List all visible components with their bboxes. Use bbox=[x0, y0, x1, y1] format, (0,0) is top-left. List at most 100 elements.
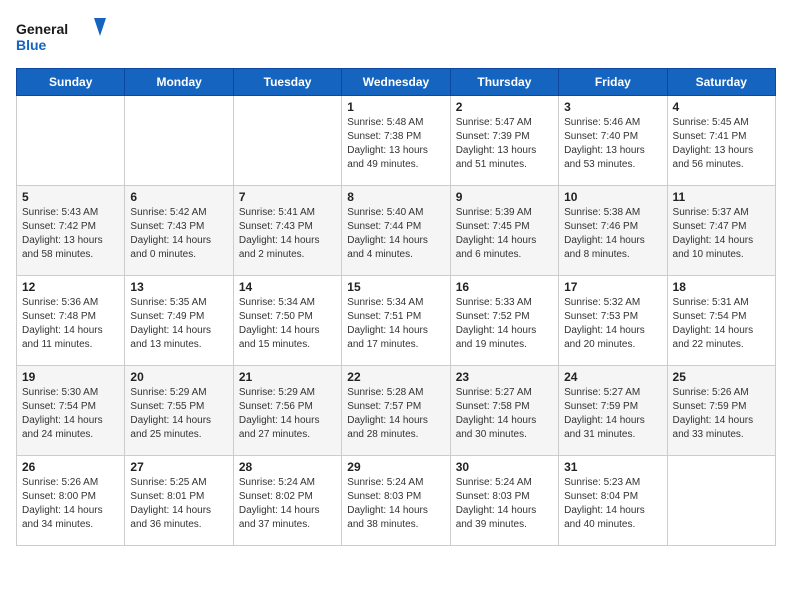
calendar-cell: 22Sunrise: 5:28 AM Sunset: 7:57 PM Dayli… bbox=[342, 366, 450, 456]
calendar-cell: 10 Sunrise: 5:38 AM Sunset: 7:46 PM Dayli… bbox=[559, 186, 667, 276]
day-number: 13 bbox=[130, 280, 227, 294]
calendar-week-row: 26 Sunrise: 5:26 AM Sunset: 8:00 PM Dayli… bbox=[17, 456, 776, 546]
cell-info: Sunrise: 5:41 AM Sunset: 7:43 PM Dayligh… bbox=[239, 206, 336, 262]
calendar-cell: 23 Sunrise: 5:27 AM Sunset: 7:58 PM Dayli… bbox=[450, 366, 558, 456]
weekday-header: Saturday bbox=[667, 69, 775, 96]
cell-info: Sunrise: 5:32 AM Sunset: 7:53 PM Dayligh… bbox=[564, 296, 661, 352]
svg-text:Blue: Blue bbox=[16, 37, 47, 53]
calendar-cell: 31Sunrise: 5:23 AM Sunset: 8:04 PM Dayli… bbox=[559, 456, 667, 546]
cell-info: Sunrise: 5:35 AM Sunset: 7:49 PM Dayligh… bbox=[130, 296, 227, 352]
day-number: 11 bbox=[673, 190, 770, 204]
weekday-header: Wednesday bbox=[342, 69, 450, 96]
day-number: 18 bbox=[673, 280, 770, 294]
cell-info: Sunrise: 5:25 AM Sunset: 8:01 PM Dayligh… bbox=[130, 476, 227, 532]
calendar-cell: 27 Sunrise: 5:25 AM Sunset: 8:01 PM Dayli… bbox=[125, 456, 233, 546]
day-number: 26 bbox=[22, 460, 119, 474]
day-number: 24 bbox=[564, 370, 661, 384]
calendar-cell: 25 Sunrise: 5:26 AM Sunset: 7:59 PM Dayli… bbox=[667, 366, 775, 456]
calendar-cell: 19 Sunrise: 5:30 AM Sunset: 7:54 PM Dayli… bbox=[17, 366, 125, 456]
day-number: 20 bbox=[130, 370, 227, 384]
cell-info: Sunrise: 5:34 AM Sunset: 7:50 PM Dayligh… bbox=[239, 296, 336, 352]
cell-info: Sunrise: 5:33 AM Sunset: 7:52 PM Dayligh… bbox=[456, 296, 553, 352]
calendar-cell: 7Sunrise: 5:41 AM Sunset: 7:43 PM Daylig… bbox=[233, 186, 341, 276]
calendar-cell: 6 Sunrise: 5:42 AM Sunset: 7:43 PM Daylig… bbox=[125, 186, 233, 276]
weekday-header: Friday bbox=[559, 69, 667, 96]
day-number: 30 bbox=[456, 460, 553, 474]
day-number: 15 bbox=[347, 280, 444, 294]
cell-info: Sunrise: 5:34 AM Sunset: 7:51 PM Dayligh… bbox=[347, 296, 444, 352]
day-number: 16 bbox=[456, 280, 553, 294]
day-number: 25 bbox=[673, 370, 770, 384]
calendar-cell: 15 Sunrise: 5:34 AM Sunset: 7:51 PM Dayli… bbox=[342, 276, 450, 366]
calendar-week-row: 19 Sunrise: 5:30 AM Sunset: 7:54 PM Dayli… bbox=[17, 366, 776, 456]
calendar-cell: 12Sunrise: 5:36 AM Sunset: 7:48 PM Dayli… bbox=[17, 276, 125, 366]
cell-info: Sunrise: 5:47 AM Sunset: 7:39 PM Dayligh… bbox=[456, 116, 553, 172]
calendar-cell: 28 Sunrise: 5:24 AM Sunset: 8:02 PM Dayli… bbox=[233, 456, 341, 546]
cell-info: Sunrise: 5:37 AM Sunset: 7:47 PM Dayligh… bbox=[673, 206, 770, 262]
calendar-cell: 29Sunrise: 5:24 AM Sunset: 8:03 PM Dayli… bbox=[342, 456, 450, 546]
cell-info: Sunrise: 5:43 AM Sunset: 7:42 PM Dayligh… bbox=[22, 206, 119, 262]
cell-info: Sunrise: 5:36 AM Sunset: 7:48 PM Dayligh… bbox=[22, 296, 119, 352]
cell-info: Sunrise: 5:29 AM Sunset: 7:56 PM Dayligh… bbox=[239, 386, 336, 442]
day-number: 6 bbox=[130, 190, 227, 204]
cell-info: Sunrise: 5:27 AM Sunset: 7:58 PM Dayligh… bbox=[456, 386, 553, 442]
calendar-cell: 24 Sunrise: 5:27 AM Sunset: 7:59 PM Dayli… bbox=[559, 366, 667, 456]
cell-info: Sunrise: 5:24 AM Sunset: 8:03 PM Dayligh… bbox=[347, 476, 444, 532]
calendar-cell: 21 Sunrise: 5:29 AM Sunset: 7:56 PM Dayli… bbox=[233, 366, 341, 456]
calendar-cell bbox=[125, 96, 233, 186]
svg-text:General: General bbox=[16, 21, 68, 37]
day-number: 28 bbox=[239, 460, 336, 474]
day-number: 23 bbox=[456, 370, 553, 384]
calendar-week-row: 5Sunrise: 5:43 AM Sunset: 7:42 PM Daylig… bbox=[17, 186, 776, 276]
cell-info: Sunrise: 5:40 AM Sunset: 7:44 PM Dayligh… bbox=[347, 206, 444, 262]
calendar-cell: 18 Sunrise: 5:31 AM Sunset: 7:54 PM Dayli… bbox=[667, 276, 775, 366]
cell-info: Sunrise: 5:38 AM Sunset: 7:46 PM Dayligh… bbox=[564, 206, 661, 262]
day-number: 31 bbox=[564, 460, 661, 474]
day-number: 10 bbox=[564, 190, 661, 204]
day-number: 22 bbox=[347, 370, 444, 384]
cell-info: Sunrise: 5:29 AM Sunset: 7:55 PM Dayligh… bbox=[130, 386, 227, 442]
weekday-header: Sunday bbox=[17, 69, 125, 96]
logo-svg: General Blue bbox=[16, 16, 106, 56]
cell-info: Sunrise: 5:48 AM Sunset: 7:38 PM Dayligh… bbox=[347, 116, 444, 172]
cell-info: Sunrise: 5:26 AM Sunset: 8:00 PM Dayligh… bbox=[22, 476, 119, 532]
calendar-cell: 9 Sunrise: 5:39 AM Sunset: 7:45 PM Daylig… bbox=[450, 186, 558, 276]
calendar-cell: 20 Sunrise: 5:29 AM Sunset: 7:55 PM Dayli… bbox=[125, 366, 233, 456]
day-number: 4 bbox=[673, 100, 770, 114]
cell-info: Sunrise: 5:39 AM Sunset: 7:45 PM Dayligh… bbox=[456, 206, 553, 262]
cell-info: Sunrise: 5:27 AM Sunset: 7:59 PM Dayligh… bbox=[564, 386, 661, 442]
day-number: 14 bbox=[239, 280, 336, 294]
logo: General Blue bbox=[16, 16, 106, 56]
day-number: 17 bbox=[564, 280, 661, 294]
weekday-header-row: SundayMondayTuesdayWednesdayThursdayFrid… bbox=[17, 69, 776, 96]
calendar-cell: 14 Sunrise: 5:34 AM Sunset: 7:50 PM Dayli… bbox=[233, 276, 341, 366]
calendar-cell: 8 Sunrise: 5:40 AM Sunset: 7:44 PM Daylig… bbox=[342, 186, 450, 276]
calendar-cell bbox=[17, 96, 125, 186]
day-number: 19 bbox=[22, 370, 119, 384]
cell-info: Sunrise: 5:45 AM Sunset: 7:41 PM Dayligh… bbox=[673, 116, 770, 172]
calendar-cell: 11 Sunrise: 5:37 AM Sunset: 7:47 PM Dayli… bbox=[667, 186, 775, 276]
day-number: 3 bbox=[564, 100, 661, 114]
calendar-cell: 2Sunrise: 5:47 AM Sunset: 7:39 PM Daylig… bbox=[450, 96, 558, 186]
cell-info: Sunrise: 5:30 AM Sunset: 7:54 PM Dayligh… bbox=[22, 386, 119, 442]
calendar-cell: 16 Sunrise: 5:33 AM Sunset: 7:52 PM Dayli… bbox=[450, 276, 558, 366]
day-number: 8 bbox=[347, 190, 444, 204]
weekday-header: Thursday bbox=[450, 69, 558, 96]
weekday-header: Tuesday bbox=[233, 69, 341, 96]
calendar-cell bbox=[233, 96, 341, 186]
day-number: 21 bbox=[239, 370, 336, 384]
cell-info: Sunrise: 5:31 AM Sunset: 7:54 PM Dayligh… bbox=[673, 296, 770, 352]
cell-info: Sunrise: 5:24 AM Sunset: 8:02 PM Dayligh… bbox=[239, 476, 336, 532]
calendar-cell: 5Sunrise: 5:43 AM Sunset: 7:42 PM Daylig… bbox=[17, 186, 125, 276]
cell-info: Sunrise: 5:24 AM Sunset: 8:03 PM Dayligh… bbox=[456, 476, 553, 532]
day-number: 27 bbox=[130, 460, 227, 474]
cell-info: Sunrise: 5:26 AM Sunset: 7:59 PM Dayligh… bbox=[673, 386, 770, 442]
calendar-week-row: 12Sunrise: 5:36 AM Sunset: 7:48 PM Dayli… bbox=[17, 276, 776, 366]
calendar-cell: 4 Sunrise: 5:45 AM Sunset: 7:41 PM Daylig… bbox=[667, 96, 775, 186]
day-number: 1 bbox=[347, 100, 444, 114]
day-number: 9 bbox=[456, 190, 553, 204]
cell-info: Sunrise: 5:42 AM Sunset: 7:43 PM Dayligh… bbox=[130, 206, 227, 262]
calendar-cell: 17 Sunrise: 5:32 AM Sunset: 7:53 PM Dayli… bbox=[559, 276, 667, 366]
calendar-cell bbox=[667, 456, 775, 546]
calendar-cell: 1 Sunrise: 5:48 AM Sunset: 7:38 PM Daylig… bbox=[342, 96, 450, 186]
